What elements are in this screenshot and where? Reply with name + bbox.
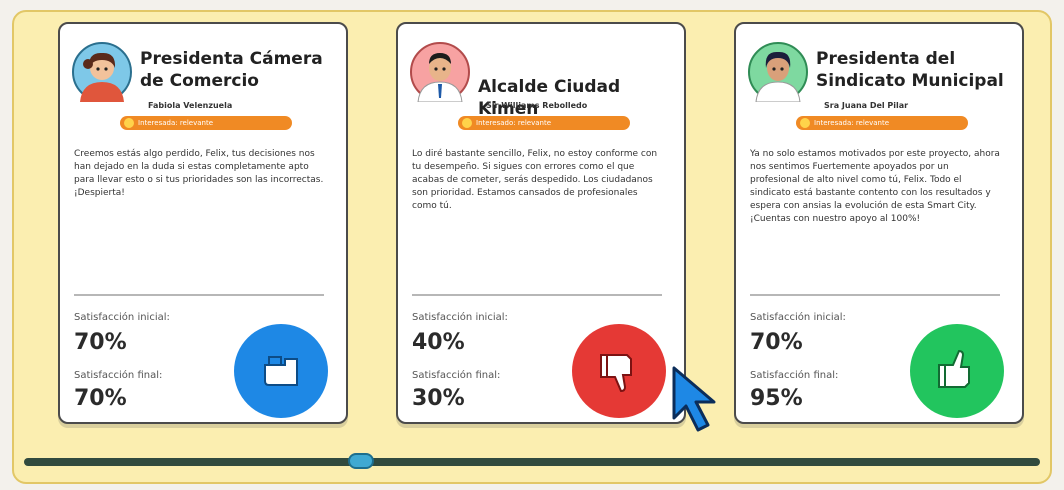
- thumbs-up-icon: [910, 324, 1004, 418]
- person-name: Sir Williams Rebolledo: [486, 101, 588, 110]
- carousel-scrollbar-thumb[interactable]: [348, 453, 374, 469]
- avatar: [748, 42, 808, 102]
- person-name: Sra Juana Del Pilar: [824, 101, 909, 110]
- carousel-scrollbar[interactable]: [24, 458, 1040, 466]
- stakeholder-card-1: Presidenta Cámera de Comercio Fabiola Ve…: [58, 22, 348, 424]
- thumbs-down-icon: [572, 324, 666, 418]
- relevance-tag: Interesado: relevante: [458, 116, 630, 130]
- feedback-quote: Creemos estás algo perdido, Felix, tus d…: [74, 149, 324, 198]
- avatar: [72, 42, 132, 102]
- initial-satisfaction-value: 70%: [750, 330, 803, 355]
- role-title: Presidenta Cámera de Comercio: [140, 49, 323, 91]
- final-satisfaction-label: Satisfacción final:: [74, 370, 163, 381]
- divider: [74, 294, 324, 296]
- initial-satisfaction-label: Satisfacción inicial:: [412, 312, 508, 323]
- stakeholder-card-2: Alcalde Ciudad Kimen Sir Williams Reboll…: [396, 22, 686, 424]
- person-name: Fabiola Velenzuela: [148, 101, 233, 110]
- avatar: [410, 42, 470, 102]
- relevance-tag: Interesada: relevante: [120, 116, 292, 130]
- initial-satisfaction-label: Satisfacción inicial:: [74, 312, 170, 323]
- neutral-hand-icon: [234, 324, 328, 418]
- role-title: Presidenta del Sindicato Municipal: [816, 49, 1004, 91]
- divider: [750, 294, 1000, 296]
- final-satisfaction-label: Satisfacción final:: [412, 370, 501, 381]
- initial-satisfaction-label: Satisfacción inicial:: [750, 312, 846, 323]
- final-satisfaction-value: 95%: [750, 386, 803, 411]
- initial-satisfaction-value: 40%: [412, 330, 465, 355]
- final-satisfaction-label: Satisfacción final:: [750, 370, 839, 381]
- feedback-quote: Lo diré bastante sencillo, Felix, no est…: [412, 149, 658, 211]
- feedback-quote: Ya no solo estamos motivados por este pr…: [750, 149, 1000, 224]
- divider: [412, 294, 662, 296]
- stakeholder-card-3: Presidenta del Sindicato Municipal Sra J…: [734, 22, 1024, 424]
- initial-satisfaction-value: 70%: [74, 330, 127, 355]
- final-satisfaction-value: 30%: [412, 386, 465, 411]
- role-title: Alcalde Ciudad Kimen: [478, 77, 621, 119]
- relevance-tag: Interesada: relevante: [796, 116, 968, 130]
- mouse-cursor-icon: [672, 366, 716, 432]
- final-satisfaction-value: 70%: [74, 386, 127, 411]
